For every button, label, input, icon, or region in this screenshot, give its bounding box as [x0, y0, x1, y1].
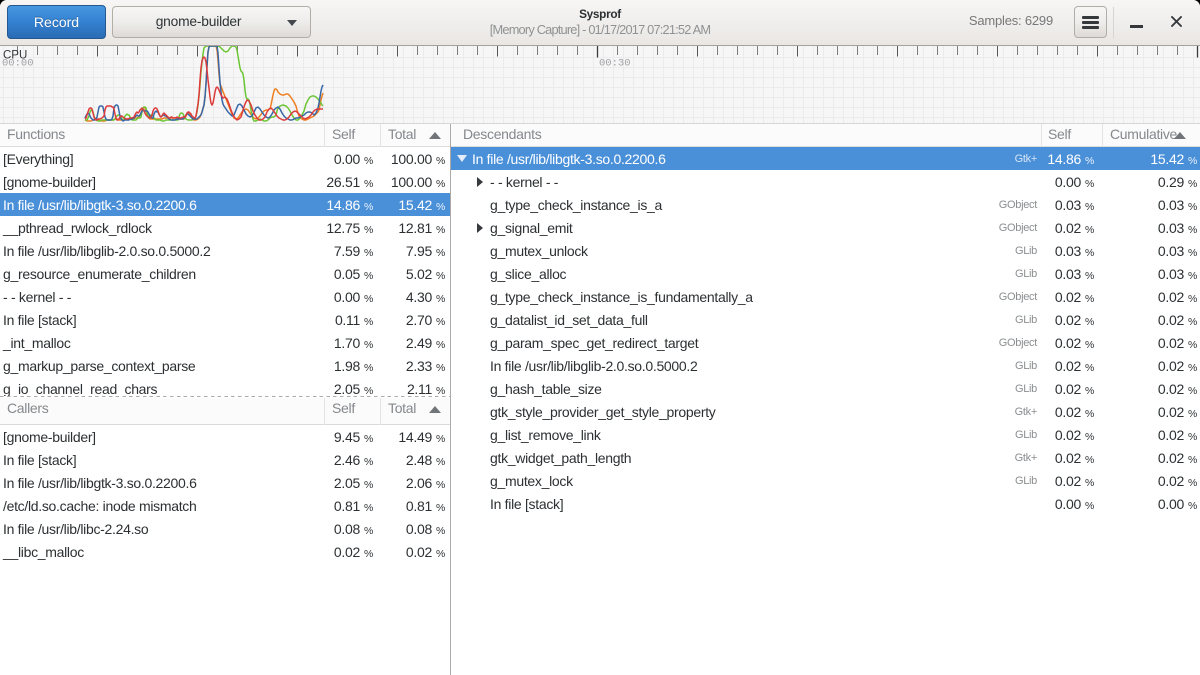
svg-text:00:30: 00:30 — [599, 58, 631, 70]
svg-text:00:00: 00:00 — [2, 58, 34, 70]
